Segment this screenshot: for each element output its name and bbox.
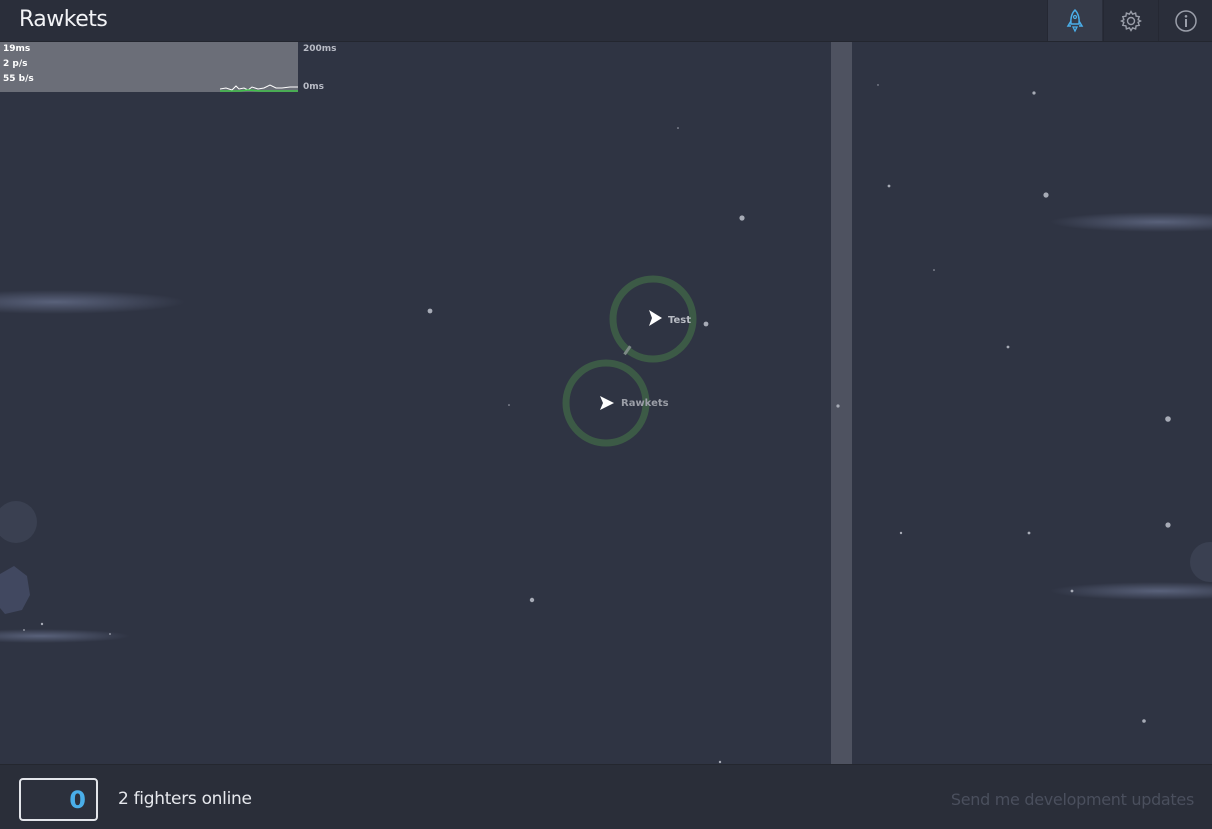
bandwidth-stat: 55 b/s: [3, 74, 34, 84]
asteroid: [0, 566, 30, 614]
development-updates-link[interactable]: Send me development updates: [951, 790, 1194, 809]
online-count: 2 fighters online: [118, 789, 252, 809]
star: [427, 308, 433, 314]
star: [677, 127, 679, 129]
latency-stat: 19ms: [3, 44, 31, 54]
star: [887, 184, 891, 188]
star: [1006, 345, 1010, 349]
gear-icon: [1120, 9, 1142, 32]
game-field: Test Rawkets: [0, 42, 1212, 764]
star: [508, 404, 510, 406]
star: [1032, 91, 1036, 95]
nebula-streak: [0, 629, 130, 643]
app-root: Rawkets Test Rawkets 19ms 2 p/s 55 b/s 2…: [0, 0, 1212, 829]
ship-icon: [600, 396, 614, 410]
header-bar: Rawkets: [0, 0, 1212, 42]
ship-icon: [649, 310, 662, 326]
player-name: Rawkets: [621, 398, 669, 409]
nebula-streak: [1050, 582, 1212, 600]
game-canvas[interactable]: Test Rawkets 19ms 2 p/s 55 b/s 200ms 0ms: [0, 42, 1212, 764]
info-icon: [1175, 9, 1197, 32]
asteroid: [0, 501, 37, 543]
graph-max-label: 200ms: [303, 44, 337, 54]
star: [23, 629, 25, 631]
latency-graph: [220, 84, 298, 92]
packets-stat: 2 p/s: [3, 59, 28, 69]
nebula-streak: [0, 290, 185, 314]
player-name: Test: [668, 315, 691, 326]
star: [529, 597, 535, 603]
star: [877, 84, 879, 86]
star: [836, 404, 840, 408]
star: [1043, 192, 1049, 198]
nebula-streak: [1050, 212, 1212, 232]
star: [1165, 522, 1171, 528]
rocket-icon: [1066, 8, 1084, 32]
player-test: Test: [609, 275, 697, 363]
settings-button[interactable]: [1103, 0, 1158, 41]
play-button[interactable]: [1047, 0, 1102, 41]
app-title: Rawkets: [19, 7, 108, 32]
star: [703, 321, 709, 327]
star: [1070, 589, 1074, 593]
star: [718, 760, 722, 764]
star: [899, 531, 903, 535]
asteroid: [1190, 542, 1212, 582]
star: [109, 633, 111, 635]
score-value: 0: [69, 786, 86, 814]
player-rawkets: Rawkets: [562, 359, 669, 447]
star: [1142, 719, 1146, 723]
star: [933, 269, 935, 271]
graph-min-label: 0ms: [303, 82, 324, 92]
arena-boundary: [831, 42, 852, 764]
footer-bar: 0 2 fighters online Send me development …: [0, 764, 1212, 829]
network-stats-panel: 19ms 2 p/s 55 b/s: [0, 42, 298, 92]
star: [40, 622, 44, 626]
star: [1027, 531, 1031, 535]
star: [1165, 416, 1171, 422]
star: [739, 215, 745, 221]
score-box: 0: [19, 778, 98, 821]
info-button[interactable]: [1158, 0, 1212, 41]
